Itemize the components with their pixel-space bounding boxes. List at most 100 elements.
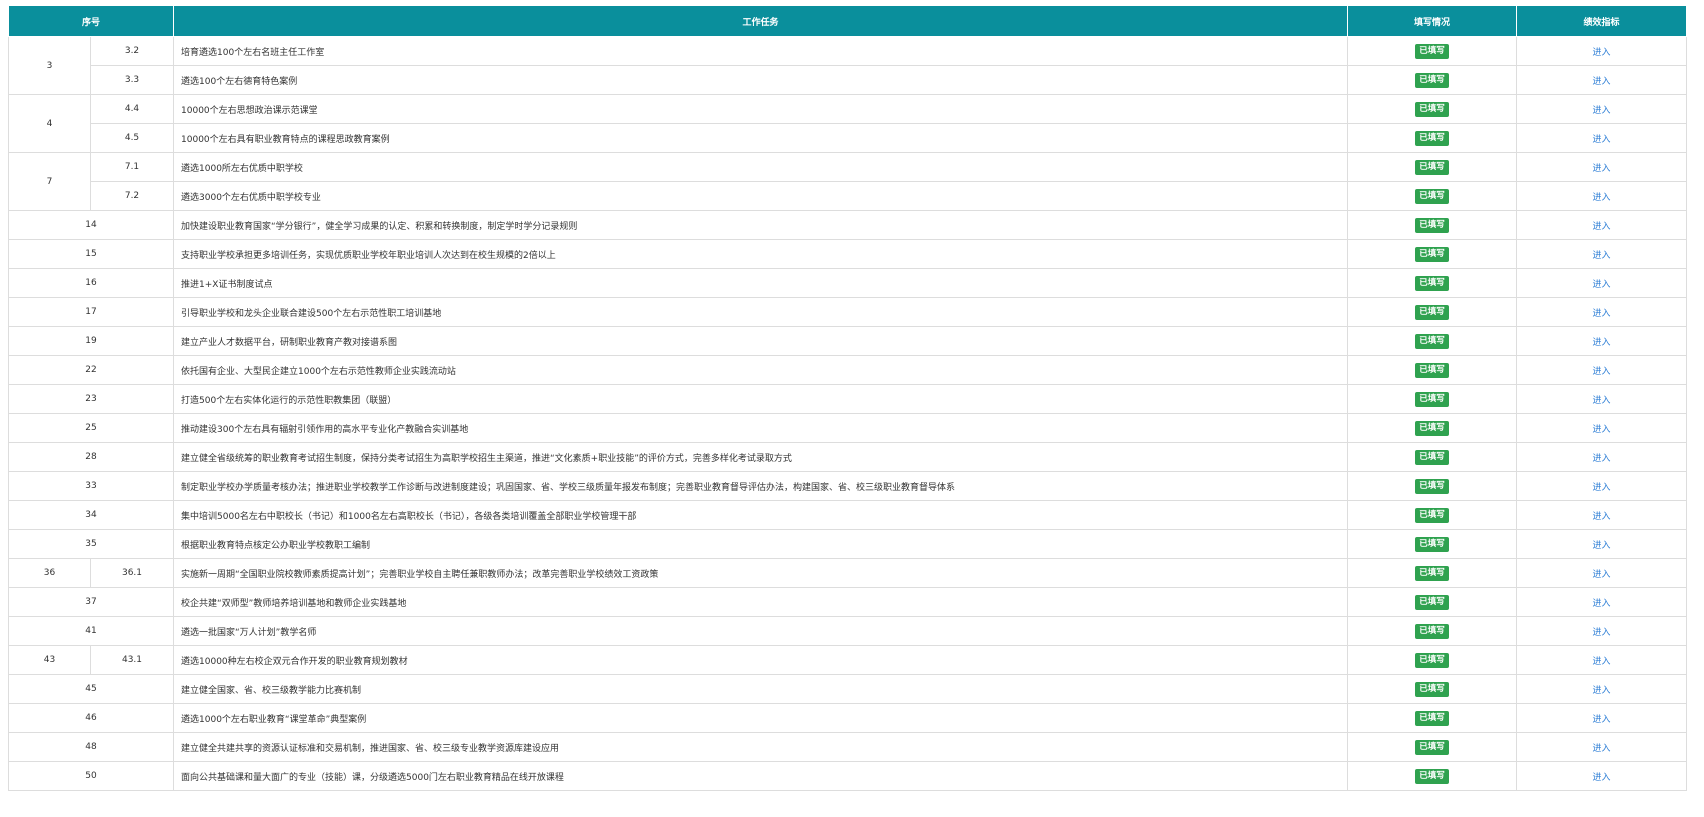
row-status-cell: 已填写 (1347, 645, 1518, 675)
table-row: 3.3 遴选100个左右德育特色案例 已填写 进入 (9, 65, 1688, 95)
row-metric-cell: 进入 (1516, 94, 1688, 124)
row-task: 支持职业学校承担更多培训任务，实现优质职业学校年职业培训人次达到在校生规模的2倍… (173, 239, 1349, 269)
status-badge: 已填写 (1415, 43, 1449, 59)
enter-link[interactable]: 进入 (1593, 628, 1611, 638)
row-metric-cell: 进入 (1516, 500, 1688, 530)
enter-link[interactable]: 进入 (1593, 744, 1611, 754)
enter-link[interactable]: 进入 (1593, 280, 1611, 290)
row-task: 10000个左右思想政治课示范课堂 (173, 94, 1349, 124)
row-metric-cell: 进入 (1516, 674, 1688, 704)
row-status-cell: 已填写 (1347, 181, 1518, 211)
enter-link[interactable]: 进入 (1593, 773, 1611, 783)
enter-link[interactable]: 进入 (1593, 222, 1611, 232)
enter-link[interactable]: 进入 (1593, 541, 1611, 551)
row-seq: 4 (8, 94, 91, 153)
status-badge: 已填写 (1415, 246, 1449, 262)
row-task: 加快建设职业教育国家“学分银行”，健全学习成果的认定、积累和转换制度，制定学时学… (173, 210, 1349, 240)
row-seq: 19 (7, 326, 175, 356)
row-status-cell: 已填写 (1347, 732, 1518, 762)
row-metric-cell: 进入 (1516, 65, 1688, 95)
row-seq: 14 (7, 210, 175, 240)
status-badge: 已填写 (1415, 159, 1449, 175)
row-status-cell: 已填写 (1347, 674, 1518, 704)
row-subseq: 36.1 (89, 558, 175, 588)
enter-link[interactable]: 进入 (1593, 367, 1611, 377)
enter-link[interactable]: 进入 (1593, 106, 1611, 116)
enter-link[interactable]: 进入 (1593, 686, 1611, 696)
row-status-cell: 已填写 (1347, 558, 1518, 588)
enter-link[interactable]: 进入 (1593, 77, 1611, 87)
row-metric-cell: 进入 (1516, 239, 1688, 269)
enter-link[interactable]: 进入 (1593, 657, 1611, 667)
row-metric-cell: 进入 (1516, 703, 1688, 733)
enter-link[interactable]: 进入 (1593, 193, 1611, 203)
table-header-row: 序号 工作任务 填写情况 绩效指标 (7, 5, 1688, 37)
row-task: 集中培训5000名左右中职校长（书记）和1000名左右高职校长（书记），各级各类… (173, 500, 1349, 530)
row-seq: 45 (7, 674, 175, 704)
row-task: 根据职业教育特点核定公办职业学校教职工编制 (173, 529, 1349, 559)
table-row: 25 推动建设300个左右具有辐射引领作用的高水平专业化产教融合实训基地 已填写 进入 (7, 413, 1688, 443)
status-badge: 已填写 (1415, 362, 1449, 378)
row-seq: 16 (7, 268, 175, 298)
row-status-cell: 已填写 (1347, 616, 1518, 646)
enter-link[interactable]: 进入 (1593, 599, 1611, 609)
row-seq: 33 (7, 471, 175, 501)
row-seq: 25 (7, 413, 175, 443)
row-seq: 15 (7, 239, 175, 269)
table-row: 19 建立产业人才数据平台，研制职业教育产教对接谱系图 已填写 进入 (7, 326, 1688, 356)
enter-link[interactable]: 进入 (1593, 512, 1611, 522)
row-task: 遴选100个左右德育特色案例 (173, 65, 1349, 95)
table-row: 37 校企共建“双师型”教师培养培训基地和教师企业实践基地 已填写 进入 (7, 587, 1688, 617)
enter-link[interactable]: 进入 (1593, 309, 1611, 319)
enter-link[interactable]: 进入 (1593, 135, 1611, 145)
status-badge: 已填写 (1415, 304, 1449, 320)
row-status-cell: 已填写 (1347, 94, 1518, 124)
table-row: 46 遴选1000个左右职业教育“课堂革命”典型案例 已填写 进入 (7, 703, 1688, 733)
status-badge: 已填写 (1415, 275, 1449, 291)
enter-link[interactable]: 进入 (1593, 164, 1611, 174)
row-task: 制定职业学校办学质量考核办法；推进职业学校教学工作诊断与改进制度建设；巩固国家、… (173, 471, 1349, 501)
enter-link[interactable]: 进入 (1593, 251, 1611, 261)
row-metric-cell: 进入 (1516, 36, 1688, 66)
row-status-cell: 已填写 (1347, 761, 1518, 791)
enter-link[interactable]: 进入 (1593, 570, 1611, 580)
row-metric-cell: 进入 (1516, 297, 1688, 327)
table-body: 3 3.2 培育遴选100个左右名班主任工作室 已填写 进入 3.3 遴选100个左右德育特… (7, 36, 1688, 791)
enter-link[interactable]: 进入 (1593, 454, 1611, 464)
table-row: 23 打造500个左右实体化运行的示范性职教集团（联盟） 已填写 进入 (7, 384, 1688, 414)
row-metric-cell: 进入 (1516, 558, 1688, 588)
status-badge: 已填写 (1415, 333, 1449, 349)
row-task: 遴选10000种左右校企双元合作开发的职业教育规划教材 (173, 645, 1349, 675)
enter-link[interactable]: 进入 (1593, 715, 1611, 725)
row-metric-cell: 进入 (1516, 645, 1688, 675)
row-seq: 35 (7, 529, 175, 559)
row-seq: 43 (8, 645, 91, 675)
row-task: 建立健全国家、省、校三级教学能力比赛机制 (173, 674, 1349, 704)
table-row: 35 根据职业教育特点核定公办职业学校教职工编制 已填写 进入 (7, 529, 1688, 559)
row-seq: 37 (7, 587, 175, 617)
row-status-cell: 已填写 (1347, 152, 1518, 182)
enter-link[interactable]: 进入 (1593, 483, 1611, 493)
task-table-container: 序号 工作任务 填写情况 绩效指标 3 3.2 培育遴选100个左右名班主任工作室已… (7, 5, 1688, 791)
header-status: 填写情况 (1347, 5, 1518, 37)
row-status-cell: 已填写 (1347, 36, 1518, 66)
row-status-cell: 已填写 (1347, 268, 1518, 298)
table-row: 36 36.1 实施新一周期“全国职业院校教师素质提高计划”；完善职业学校自主聘任兼… (8, 558, 1688, 588)
status-badge: 已填写 (1415, 391, 1449, 407)
row-seq: 34 (7, 500, 175, 530)
row-seq: 7 (8, 152, 91, 211)
enter-link[interactable]: 进入 (1593, 338, 1611, 348)
row-task: 校企共建“双师型”教师培养培训基地和教师企业实践基地 (173, 587, 1349, 617)
enter-link[interactable]: 进入 (1593, 396, 1611, 406)
row-status-cell: 已填写 (1347, 471, 1518, 501)
enter-link[interactable]: 进入 (1593, 425, 1611, 435)
table-row: 16 推进1+X证书制度试点 已填写 进入 (7, 268, 1688, 298)
table-row: 4.5 10000个左右具有职业教育特点的课程思政教育案例 已填写 进入 (9, 123, 1688, 153)
enter-link[interactable]: 进入 (1593, 48, 1611, 58)
status-badge: 已填写 (1415, 217, 1449, 233)
row-metric-cell: 进入 (1516, 442, 1688, 472)
status-badge: 已填写 (1415, 594, 1449, 610)
row-task: 遴选3000个左右优质中职学校专业 (173, 181, 1349, 211)
row-metric-cell: 进入 (1516, 326, 1688, 356)
row-task: 面向公共基础课和量大面广的专业（技能）课，分级遴选5000门左右职业教育精品在线… (173, 761, 1349, 791)
